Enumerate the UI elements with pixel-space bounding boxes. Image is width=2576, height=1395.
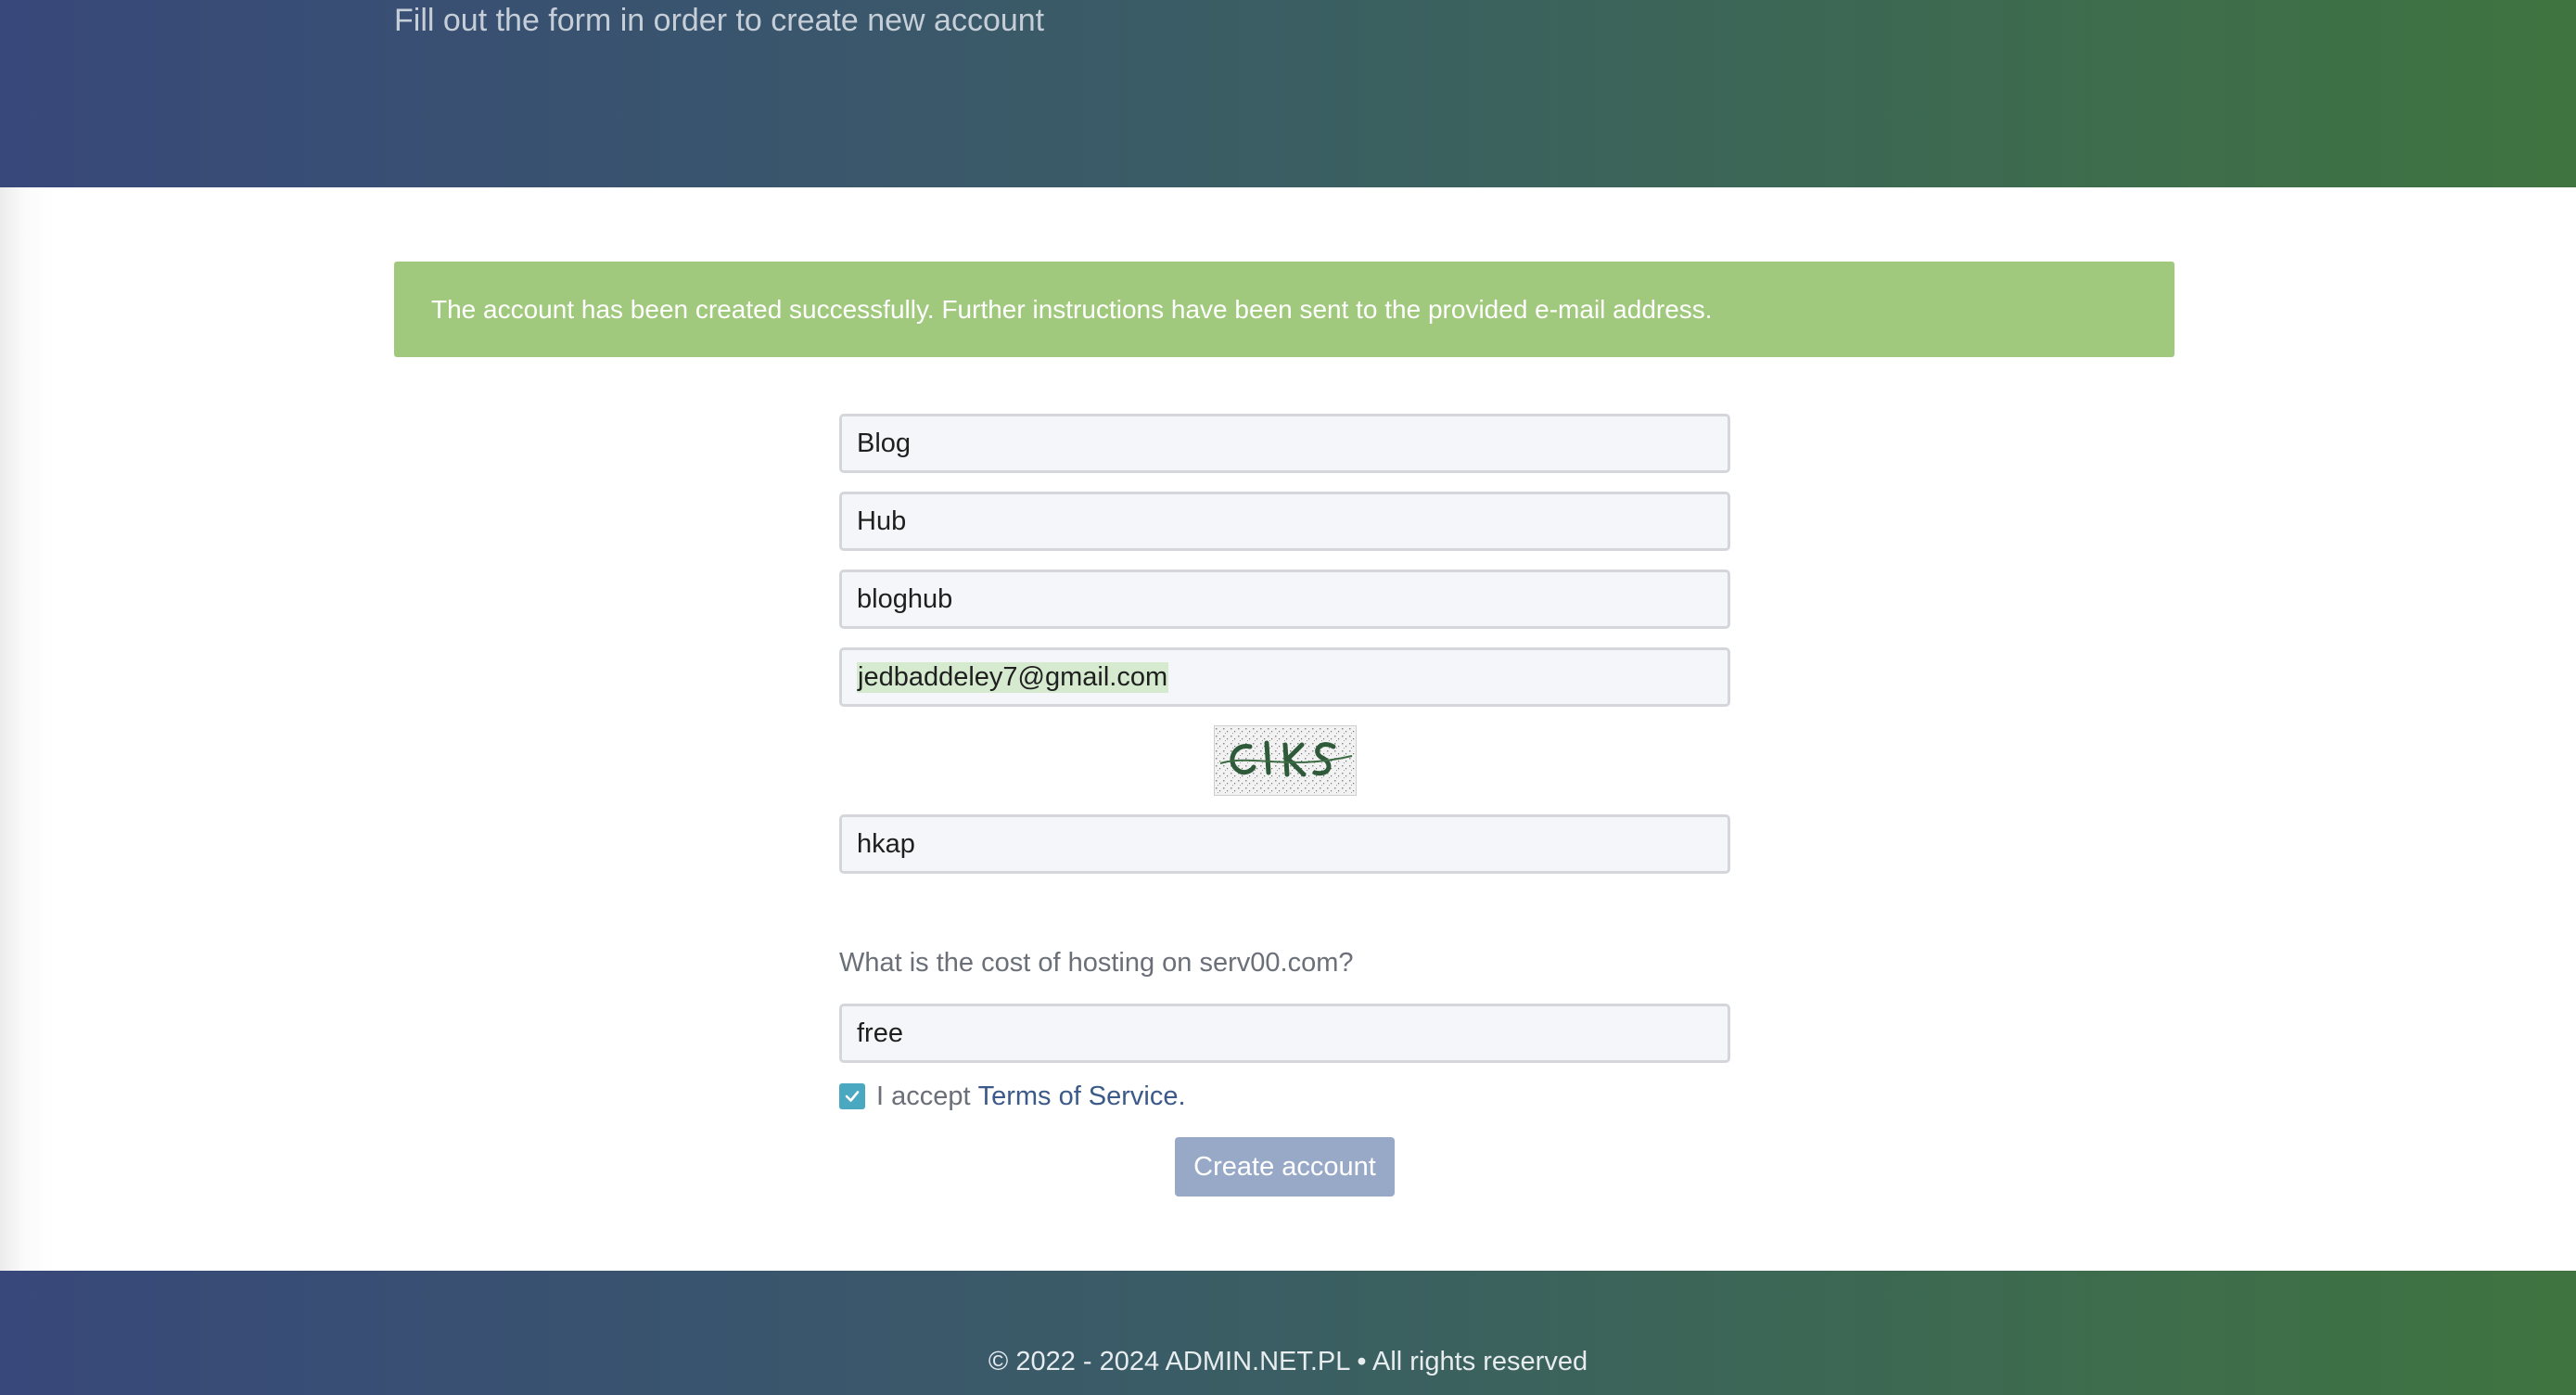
- security-question-label: What is the cost of hosting on serv00.co…: [839, 948, 1354, 978]
- footer-copyright: © 2022 - 2024 ADMIN.NET.PL • All rights …: [988, 1347, 1588, 1376]
- captcha-image: [1214, 725, 1357, 796]
- security-answer-input[interactable]: free: [839, 1004, 1730, 1063]
- username-value: bloghub: [857, 583, 953, 614]
- captcha-graphic: [1215, 726, 1356, 795]
- first-name-value: Blog: [857, 428, 912, 458]
- success-alert: The account has been created successfull…: [394, 262, 2174, 357]
- page-subtitle: Fill out the form in order to create new…: [394, 3, 1045, 38]
- email-value: jedbaddeley7@gmail.com: [857, 661, 1169, 693]
- checkmark-icon: [845, 1091, 860, 1102]
- terms-checkbox[interactable]: [839, 1083, 865, 1109]
- success-alert-text: The account has been created successfull…: [431, 294, 1713, 324]
- last-name-input[interactable]: Hub: [839, 492, 1730, 551]
- username-input[interactable]: bloghub: [839, 570, 1730, 629]
- header-banner: Fill out the form in order to create new…: [0, 0, 2576, 187]
- terms-of-service-link[interactable]: Terms of Service.: [978, 1081, 1186, 1112]
- captcha-answer-value: hkap: [857, 828, 915, 859]
- first-name-input[interactable]: Blog: [839, 414, 1730, 473]
- create-account-button[interactable]: Create account: [1175, 1137, 1395, 1197]
- email-input[interactable]: jedbaddeley7@gmail.com: [839, 647, 1730, 707]
- terms-accept-label: I accept: [876, 1081, 971, 1111]
- page: Fill out the form in order to create new…: [0, 0, 2576, 1395]
- security-answer-value: free: [857, 1017, 903, 1048]
- last-name-value: Hub: [857, 506, 907, 536]
- captcha-input[interactable]: hkap: [839, 814, 1730, 874]
- terms-row: I accept Terms of Service.: [839, 1080, 1186, 1113]
